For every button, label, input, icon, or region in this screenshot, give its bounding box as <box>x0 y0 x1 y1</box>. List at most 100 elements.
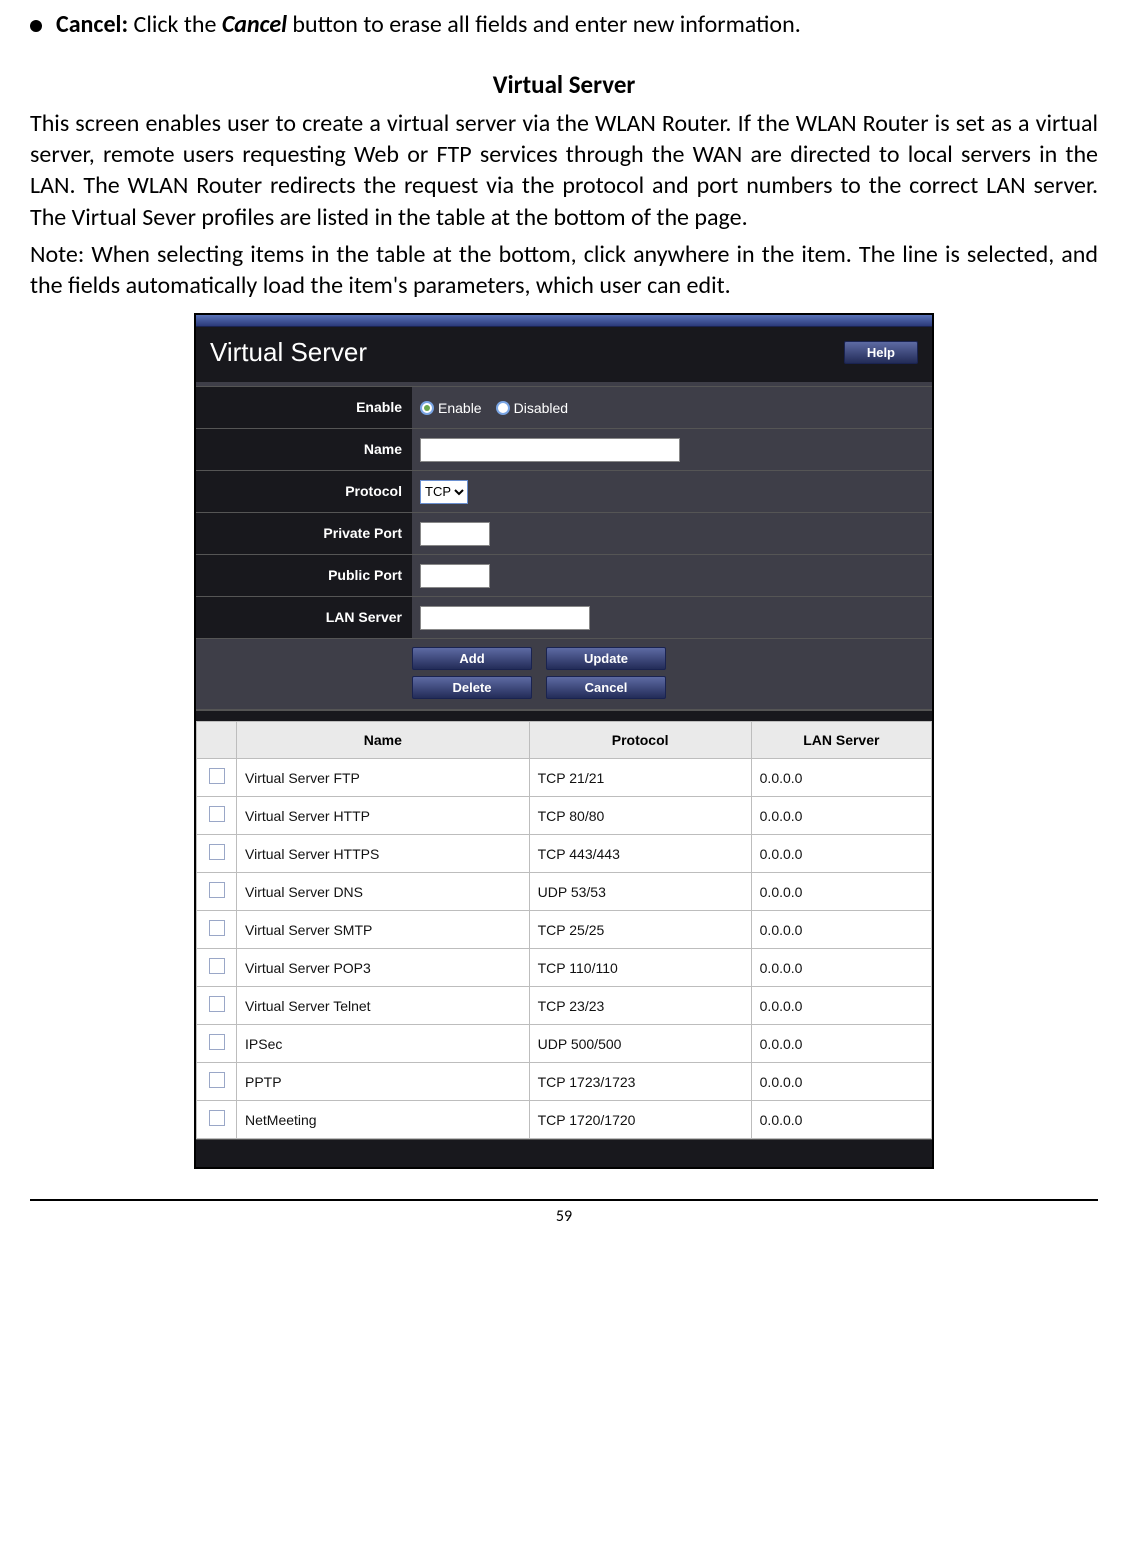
row-name: Virtual Server SMTP <box>237 911 530 949</box>
form-area: Enable Enable Disabled Name <box>196 386 932 721</box>
row-protocol: TCP 25/25 <box>529 911 751 949</box>
panel-title: Virtual Server <box>210 337 367 368</box>
table-row[interactable]: Virtual Server POP3TCP 110/1100.0.0.0 <box>197 949 932 987</box>
paragraph-1: This screen enables user to create a vir… <box>30 108 1098 233</box>
table-row[interactable]: NetMeetingTCP 1720/17200.0.0.0 <box>197 1101 932 1139</box>
bullet-label: Cancel: <box>56 10 128 39</box>
name-label: Name <box>196 429 412 470</box>
radio-icon <box>420 401 434 415</box>
row-protocol: TCP 1723/1723 <box>529 1063 751 1101</box>
row-protocol: TCP 1720/1720 <box>529 1101 751 1139</box>
table-row[interactable]: Virtual Server HTTPSTCP 443/4430.0.0.0 <box>197 835 932 873</box>
bullet-before: Click the <box>134 10 222 39</box>
row-checkbox-cell <box>197 797 237 835</box>
table-row[interactable]: Virtual Server FTPTCP 21/210.0.0.0 <box>197 759 932 797</box>
row-lan: 0.0.0.0 <box>751 1101 931 1139</box>
row-checkbox[interactable] <box>209 920 225 936</box>
enable-option-text: Enable <box>438 400 482 416</box>
table-row[interactable]: Virtual Server SMTPTCP 25/250.0.0.0 <box>197 911 932 949</box>
th-protocol: Protocol <box>529 722 751 759</box>
row-protocol: TCP 80/80 <box>529 797 751 835</box>
protocol-select[interactable]: TCP <box>420 480 468 504</box>
bullet-after: button to erase all fields and enter new… <box>287 10 801 39</box>
row-checkbox-cell <box>197 1063 237 1101</box>
row-name: Virtual Server FTP <box>237 759 530 797</box>
row-lan: 0.0.0.0 <box>751 759 931 797</box>
row-lan: 0.0.0.0 <box>751 797 931 835</box>
row-protocol: TCP 443/443 <box>529 835 751 873</box>
radio-icon <box>496 401 510 415</box>
row-protocol: UDP 500/500 <box>529 1025 751 1063</box>
panel-header: Virtual Server Help <box>196 327 932 386</box>
bottom-bar <box>196 1139 932 1167</box>
row-checkbox-cell <box>197 949 237 987</box>
row-checkbox[interactable] <box>209 1110 225 1126</box>
bullet-icon <box>30 20 42 32</box>
row-protocol: TCP 21/21 <box>529 759 751 797</box>
row-lan: 0.0.0.0 <box>751 949 931 987</box>
row-name: Virtual Server HTTP <box>237 797 530 835</box>
row-lan: 0.0.0.0 <box>751 873 931 911</box>
public-port-input[interactable] <box>420 564 490 588</box>
row-checkbox-cell <box>197 911 237 949</box>
delete-button[interactable]: Delete <box>412 676 532 699</box>
bullet-cancel: Cancel: Click the Cancel button to erase… <box>30 10 1098 39</box>
th-checkbox <box>197 722 237 759</box>
page-footer: 59 <box>30 1199 1098 1226</box>
row-checkbox[interactable] <box>209 844 225 860</box>
private-port-input[interactable] <box>420 522 490 546</box>
table-row[interactable]: IPSecUDP 500/5000.0.0.0 <box>197 1025 932 1063</box>
row-checkbox[interactable] <box>209 768 225 784</box>
row-lan: 0.0.0.0 <box>751 987 931 1025</box>
row-checkbox[interactable] <box>209 996 225 1012</box>
table-row[interactable]: PPTPTCP 1723/17230.0.0.0 <box>197 1063 932 1101</box>
row-checkbox[interactable] <box>209 1072 225 1088</box>
lan-server-input[interactable] <box>420 606 590 630</box>
row-name: Virtual Server Telnet <box>237 987 530 1025</box>
row-lan: 0.0.0.0 <box>751 1025 931 1063</box>
add-button[interactable]: Add <box>412 647 532 670</box>
row-checkbox-cell <box>197 835 237 873</box>
profiles-table: Name Protocol LAN Server Virtual Server … <box>196 721 932 1139</box>
row-checkbox[interactable] <box>209 958 225 974</box>
row-checkbox[interactable] <box>209 806 225 822</box>
private-port-label: Private Port <box>196 513 412 554</box>
row-protocol: TCP 110/110 <box>529 949 751 987</box>
row-name: Virtual Server POP3 <box>237 949 530 987</box>
section-title: Virtual Server <box>30 69 1098 100</box>
row-lan: 0.0.0.0 <box>751 835 931 873</box>
row-name: IPSec <box>237 1025 530 1063</box>
row-protocol: UDP 53/53 <box>529 873 751 911</box>
enable-label: Enable <box>196 387 412 428</box>
help-button[interactable]: Help <box>844 341 918 364</box>
row-checkbox-cell <box>197 1101 237 1139</box>
row-checkbox-cell <box>197 1025 237 1063</box>
table-gap <box>196 709 932 721</box>
row-checkbox-cell <box>197 759 237 797</box>
enable-radio[interactable]: Enable <box>420 400 482 416</box>
cancel-button[interactable]: Cancel <box>546 676 666 699</box>
row-protocol: TCP 23/23 <box>529 987 751 1025</box>
disabled-option-text: Disabled <box>514 400 568 416</box>
row-lan: 0.0.0.0 <box>751 1063 931 1101</box>
window-titlebar <box>196 315 932 327</box>
table-row[interactable]: Virtual Server DNSUDP 53/530.0.0.0 <box>197 873 932 911</box>
row-lan: 0.0.0.0 <box>751 911 931 949</box>
virtual-server-screenshot: Virtual Server Help Enable Enable Disabl… <box>194 313 934 1169</box>
paragraph-2: Note: When selecting items in the table … <box>30 239 1098 301</box>
page-number: 59 <box>556 1207 572 1226</box>
bullet-emph: Cancel <box>222 10 287 39</box>
row-name: Virtual Server HTTPS <box>237 835 530 873</box>
row-checkbox[interactable] <box>209 882 225 898</box>
row-checkbox[interactable] <box>209 1034 225 1050</box>
row-name: NetMeeting <box>237 1101 530 1139</box>
update-button[interactable]: Update <box>546 647 666 670</box>
name-input[interactable] <box>420 438 680 462</box>
table-row[interactable]: Virtual Server TelnetTCP 23/230.0.0.0 <box>197 987 932 1025</box>
row-name: PPTP <box>237 1063 530 1101</box>
public-port-label: Public Port <box>196 555 412 596</box>
button-row: Add Update Delete Cancel <box>196 638 932 709</box>
table-row[interactable]: Virtual Server HTTPTCP 80/800.0.0.0 <box>197 797 932 835</box>
disabled-radio[interactable]: Disabled <box>496 400 568 416</box>
th-name: Name <box>237 722 530 759</box>
